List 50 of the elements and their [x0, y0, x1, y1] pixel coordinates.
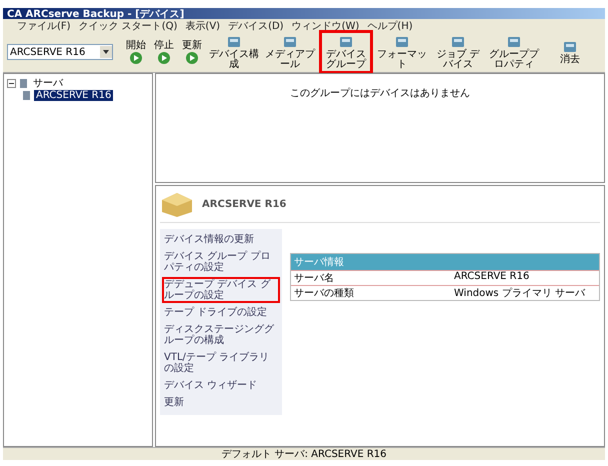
toolbar-button[interactable]: 消去 [543, 37, 597, 67]
server-name-heading: ARCSERVE R16 [202, 198, 286, 210]
run-button[interactable]: 更新 [179, 40, 205, 64]
menu-item[interactable]: ウィンドウ(W) [292, 18, 360, 32]
toolbar-button[interactable]: ジョブ デバイス [431, 32, 485, 72]
server-icon [21, 90, 32, 100]
run-button[interactable]: 開始 [123, 40, 149, 64]
task-link[interactable]: 更新 [162, 395, 280, 410]
play-icon [185, 50, 199, 64]
menu-item[interactable]: デバイス(D) [228, 18, 284, 32]
task-link[interactable]: デバイス ウィザード [162, 378, 280, 393]
device-icon [506, 34, 522, 50]
toolbar-button[interactable]: フォーマット [375, 32, 429, 72]
server-dropdown[interactable]: ARCSERVE R16 [7, 44, 113, 60]
tree-item[interactable]: ARCSERVE R16 [34, 90, 114, 100]
task-link[interactable]: デバイス情報の更新 [162, 232, 280, 247]
device-icon [282, 34, 298, 50]
device-icon [450, 34, 466, 50]
table-header: サーバ情報 [291, 254, 599, 270]
menu-item[interactable]: ヘルプ(H) [367, 18, 413, 32]
tree-item[interactable]: サーバ [31, 76, 65, 90]
server-icon [18, 78, 29, 88]
menu-item[interactable]: ファイル(F) [17, 18, 71, 32]
task-link[interactable]: テープ ドライブの設定 [162, 305, 280, 320]
menu-item[interactable]: クイック スタート(Q) [78, 18, 178, 32]
empty-message: このグループにはデバイスはありません [290, 86, 470, 101]
play-icon [129, 50, 143, 64]
toolbar-button[interactable]: メディアプール [263, 32, 317, 72]
window-title: CA ARCserve Backup - [デバイス] [7, 8, 184, 20]
menu-item[interactable]: 表示(V) [185, 18, 220, 32]
toolbar-button[interactable]: グループプロパティ [487, 32, 541, 72]
task-link[interactable]: ディスクステージンググループの構成 [162, 322, 280, 348]
table-cell-text: サーバの種類 [293, 286, 355, 300]
status-text: デフォルト サーバ: ARCSERVE R16 [221, 448, 387, 461]
task-link[interactable]: デバイス グループ プロパティの設定 [162, 249, 280, 275]
box-icon [160, 190, 194, 218]
device-icon [562, 39, 578, 55]
task-link[interactable]: デデュープ デバイス グループの設定 [162, 277, 280, 303]
toolbar-button[interactable]: デバイス構成 [207, 32, 261, 72]
play-icon [157, 50, 171, 64]
toolbar-button[interactable]: デバイスグループ [319, 30, 373, 74]
table-cell-text: ARCSERVE R16 [453, 271, 530, 284]
run-button[interactable]: 停止 [151, 40, 177, 64]
expander-icon[interactable] [7, 78, 16, 88]
table-cell-text: サーバ名 [293, 272, 335, 285]
device-icon [226, 34, 242, 50]
device-icon [338, 34, 354, 50]
task-link[interactable]: VTL/テープ ライブラリの設定 [162, 350, 280, 376]
table-cell-text: Windows プライマリ サーバ [453, 286, 586, 300]
device-icon [394, 34, 410, 50]
